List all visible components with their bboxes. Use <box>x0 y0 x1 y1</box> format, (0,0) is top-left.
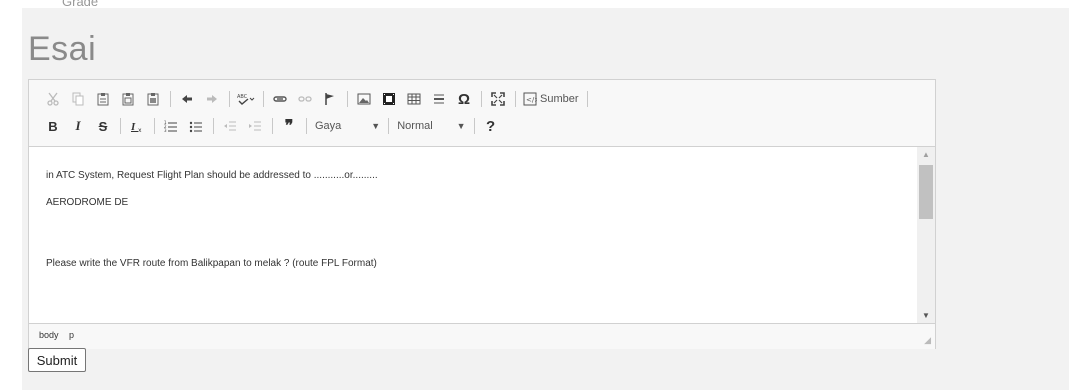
scroll-down-icon[interactable]: ▼ <box>922 311 930 320</box>
submit-button[interactable]: Submit <box>28 348 86 372</box>
style-dropdown-label: Gaya <box>315 120 342 132</box>
svg-text:</>: </> <box>526 96 537 104</box>
svg-text:3: 3 <box>164 128 167 133</box>
horizontal-line-icon[interactable] <box>427 89 451 109</box>
content-line-question-2: Please write the VFR route from Balikpap… <box>46 258 377 269</box>
chevron-down-icon: ▼ <box>371 121 381 131</box>
special-char-icon[interactable]: Ω <box>452 89 476 109</box>
table-icon[interactable] <box>402 89 426 109</box>
outdent-icon[interactable] <box>218 116 242 136</box>
cut-icon[interactable] <box>41 89 65 109</box>
source-button[interactable]: </> Sumber <box>520 89 582 109</box>
path-item-p[interactable]: p <box>69 330 74 340</box>
content-line-question: in ATC System, Request Flight Plan shoul… <box>46 170 378 181</box>
image-icon[interactable] <box>352 89 376 109</box>
toolbar-row-2: B I S Ix 123 ❞ Gaya ▼ Normal ▼ ? <box>41 115 504 137</box>
svg-text:x: x <box>138 127 142 133</box>
toolbar-separator <box>347 91 348 107</box>
toolbar-separator <box>306 118 307 134</box>
toolbar-separator <box>586 91 588 107</box>
unlink-icon[interactable] <box>293 89 317 109</box>
path-item-body[interactable]: body <box>39 330 59 340</box>
indent-icon[interactable] <box>243 116 267 136</box>
scroll-up-icon[interactable]: ▲ <box>922 150 930 159</box>
toolbar-separator <box>263 91 264 107</box>
italic-button[interactable]: I <box>66 116 90 136</box>
video-icon[interactable] <box>377 89 401 109</box>
toolbar-separator <box>272 118 273 134</box>
format-dropdown[interactable]: Normal ▼ <box>393 116 469 136</box>
copy-icon[interactable] <box>66 89 90 109</box>
toolbar-separator <box>481 91 482 107</box>
blockquote-icon[interactable]: ❞ <box>277 116 301 136</box>
toolbar-separator <box>120 118 121 134</box>
toolbar-separator <box>388 118 390 134</box>
editor-scrollbar[interactable]: ▲ ▼ <box>917 147 935 323</box>
style-dropdown[interactable]: Gaya ▼ <box>311 116 384 136</box>
toolbar-separator <box>473 118 475 134</box>
editor-content-area[interactable]: in ATC System, Request Flight Plan shoul… <box>29 147 917 323</box>
source-icon: </> <box>523 92 537 106</box>
strikethrough-button[interactable]: S <box>91 116 115 136</box>
toolbar-row-1: ABC Ω </ Sumber <box>41 88 592 110</box>
anchor-flag-icon[interactable] <box>318 89 342 109</box>
toolbar-separator <box>213 118 214 134</box>
svg-text:ABC: ABC <box>237 94 248 100</box>
link-icon[interactable] <box>268 89 292 109</box>
toolbar-separator <box>170 91 171 107</box>
toolbar-separator <box>154 118 155 134</box>
rich-text-editor: ABC Ω </ Sumber B I S I x 1 2 3 ❞ Gaya ▼… <box>28 79 936 349</box>
editor-toolbar: ABC Ω </ Sumber B I S I x 1 2 3 ❞ Gaya ▼… <box>29 80 935 147</box>
toolbar-separator <box>229 91 230 107</box>
paste-word-icon[interactable] <box>141 89 165 109</box>
maximize-icon[interactable] <box>486 89 510 109</box>
paste-icon[interactable] <box>91 89 115 109</box>
bullet-list-icon[interactable] <box>184 116 208 136</box>
scrollbar-thumb[interactable] <box>919 165 933 219</box>
undo-icon[interactable] <box>175 89 199 109</box>
spellcheck-icon[interactable]: ABC <box>234 89 258 109</box>
toolbar-separator <box>515 91 516 107</box>
redo-icon[interactable] <box>200 89 224 109</box>
bold-button[interactable]: B <box>41 116 65 136</box>
content-line-answer: AERODROME DE <box>46 197 129 208</box>
editor-statusbar: body p ◢ <box>29 323 935 349</box>
paste-text-icon[interactable] <box>116 89 140 109</box>
source-label: Sumber <box>540 93 579 105</box>
numbered-list-icon[interactable]: 123 <box>159 116 183 136</box>
chevron-down-icon: ▼ <box>456 121 466 131</box>
resize-handle-icon[interactable]: ◢ <box>924 335 931 346</box>
element-path: body p <box>39 330 82 340</box>
page-title: Esai <box>28 30 97 68</box>
remove-format-icon[interactable]: Ix <box>125 116 149 136</box>
cut-off-label: Grade <box>62 0 99 9</box>
help-button[interactable]: ? <box>479 116 503 136</box>
format-dropdown-label: Normal <box>397 120 433 132</box>
